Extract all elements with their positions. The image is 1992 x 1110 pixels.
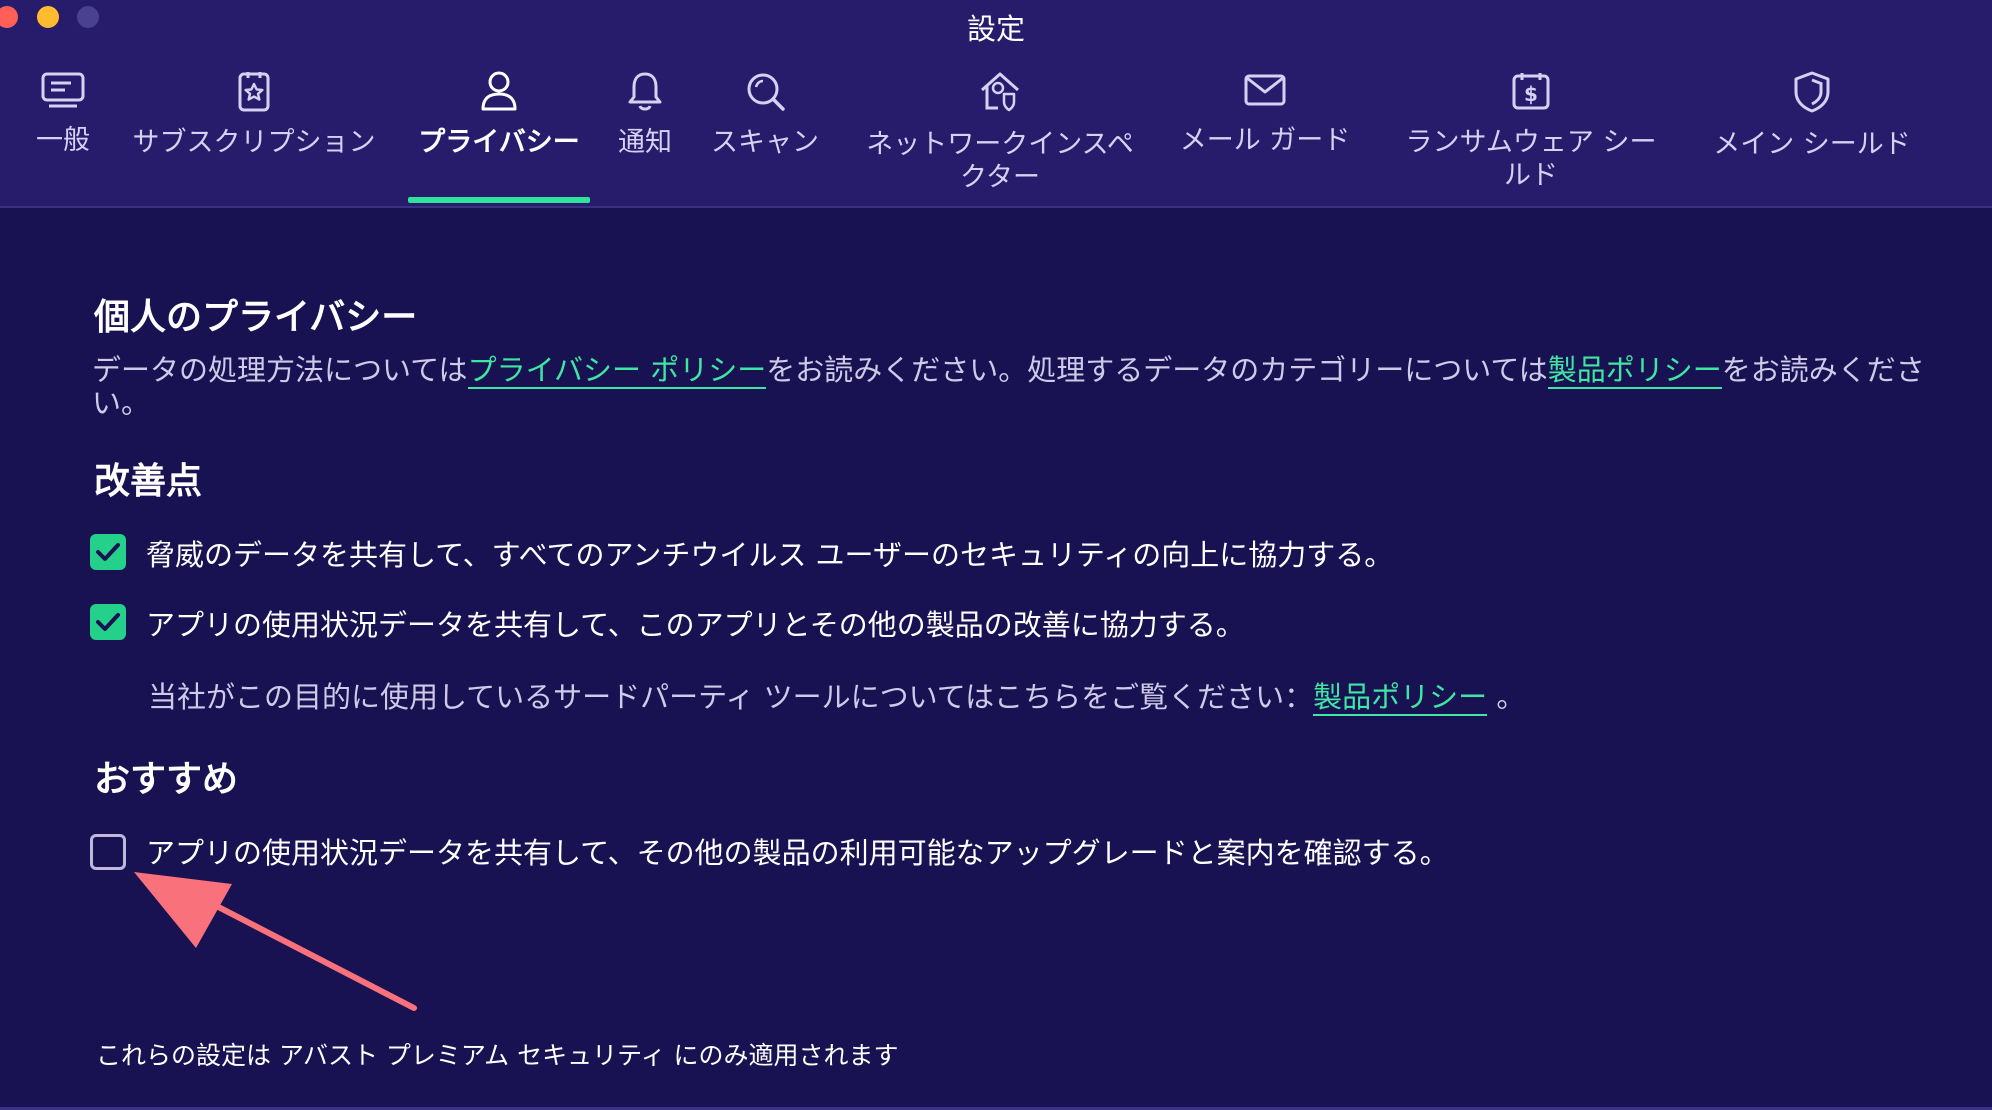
svg-text:$: $ [1524,82,1538,106]
note-end: 。 [1496,680,1526,714]
product-policy-link[interactable]: 製品ポリシー [1547,353,1722,389]
bell-icon [628,72,662,111]
footer-note: これらの設定は アバスト プレミアム セキュリティ にのみ適用されます [96,1041,899,1070]
tab-network-inspector[interactable]: ネットワークインスペ クター [852,70,1148,194]
annotation-arrow-icon [134,872,417,1011]
person-icon [481,71,517,111]
title-bar: 設定 一般 サブスクリプション プライバシー 通知 スキャン ネットワークインス… [0,0,1992,208]
window-title: 設定 [966,12,1025,46]
note-text: 当社がこの目的に使用しているサードパーティ ツールについてはこちらをご覧ください… [148,680,1314,714]
privacy-text: データの処理方法については [92,353,468,387]
tab-label: メイン シールド [1713,129,1911,160]
tab-label: メール ガード [1179,125,1351,156]
tab-privacy[interactable]: プライバシー [408,70,590,159]
tab-label: ネットワークインスペ クター [866,129,1134,193]
privacy-text: をお読みください。処理するデータのカテゴリーについては [766,353,1548,387]
share-threat-data-checkbox[interactable] [90,534,126,570]
network-house-shield-icon [981,72,1019,112]
third-party-tools-note: 当社がこの目的に使用しているサードパーティ ツールについてはこちらをご覧ください… [148,674,1525,716]
tab-label: スキャン [711,127,819,158]
active-tab-indicator [408,197,590,203]
privacy-description: データの処理方法についてはプライバシー ポリシーをお読みください。処理するデータ… [92,353,1932,420]
privacy-policy-link[interactable]: プライバシー ポリシー [467,353,767,389]
share-usage-data-checkbox[interactable] [90,604,126,640]
tab-ransomware-shield[interactable]: $ ランサムウェア シー ルド [1396,70,1666,192]
share-usage-data-label[interactable]: アプリの使用状況データを共有して、このアプリとその他の製品の改善に協力する。 [146,602,1245,644]
tab-subscription[interactable]: サブスクリプション [124,70,384,159]
checkmark-icon [96,543,120,561]
search-icon [747,73,785,111]
product-policy-link-2[interactable]: 製品ポリシー [1313,680,1488,716]
monitor-icon [41,72,85,108]
shield-icon [1794,71,1830,113]
share-threat-data-label[interactable]: 脅威のデータを共有して、すべてのアンチウイルス ユーザーのセキュリティの向上に協… [146,532,1393,574]
envelope-icon [1244,74,1286,106]
section-heading-personal-privacy: 個人のプライバシー [94,297,418,338]
tab-main-shield[interactable]: メイン シールド [1704,70,1920,161]
tab-label: プライバシー [418,127,580,158]
tab-notifications[interactable]: 通知 [610,70,680,159]
section-heading-recommendations: おすすめ [94,759,239,800]
tab-label: 通知 [618,127,672,158]
tab-label: 一般 [36,125,90,156]
tab-scan[interactable]: スキャン [706,70,824,159]
tab-label: サブスクリプション [132,127,376,158]
tab-label: ランサムウェア シー ルド [1405,127,1657,191]
checkmark-icon [96,613,120,631]
ransomware-dollar-icon: $ [1512,73,1550,110]
tab-general[interactable]: 一般 [28,70,98,157]
tab-mail-guard[interactable]: メール ガード [1172,70,1358,157]
subscription-star-icon [238,72,270,112]
section-heading-improvements: 改善点 [94,461,203,502]
settings-window: 設定 一般 サブスクリプション プライバシー 通知 スキャン ネットワークインス… [0,0,1992,1110]
